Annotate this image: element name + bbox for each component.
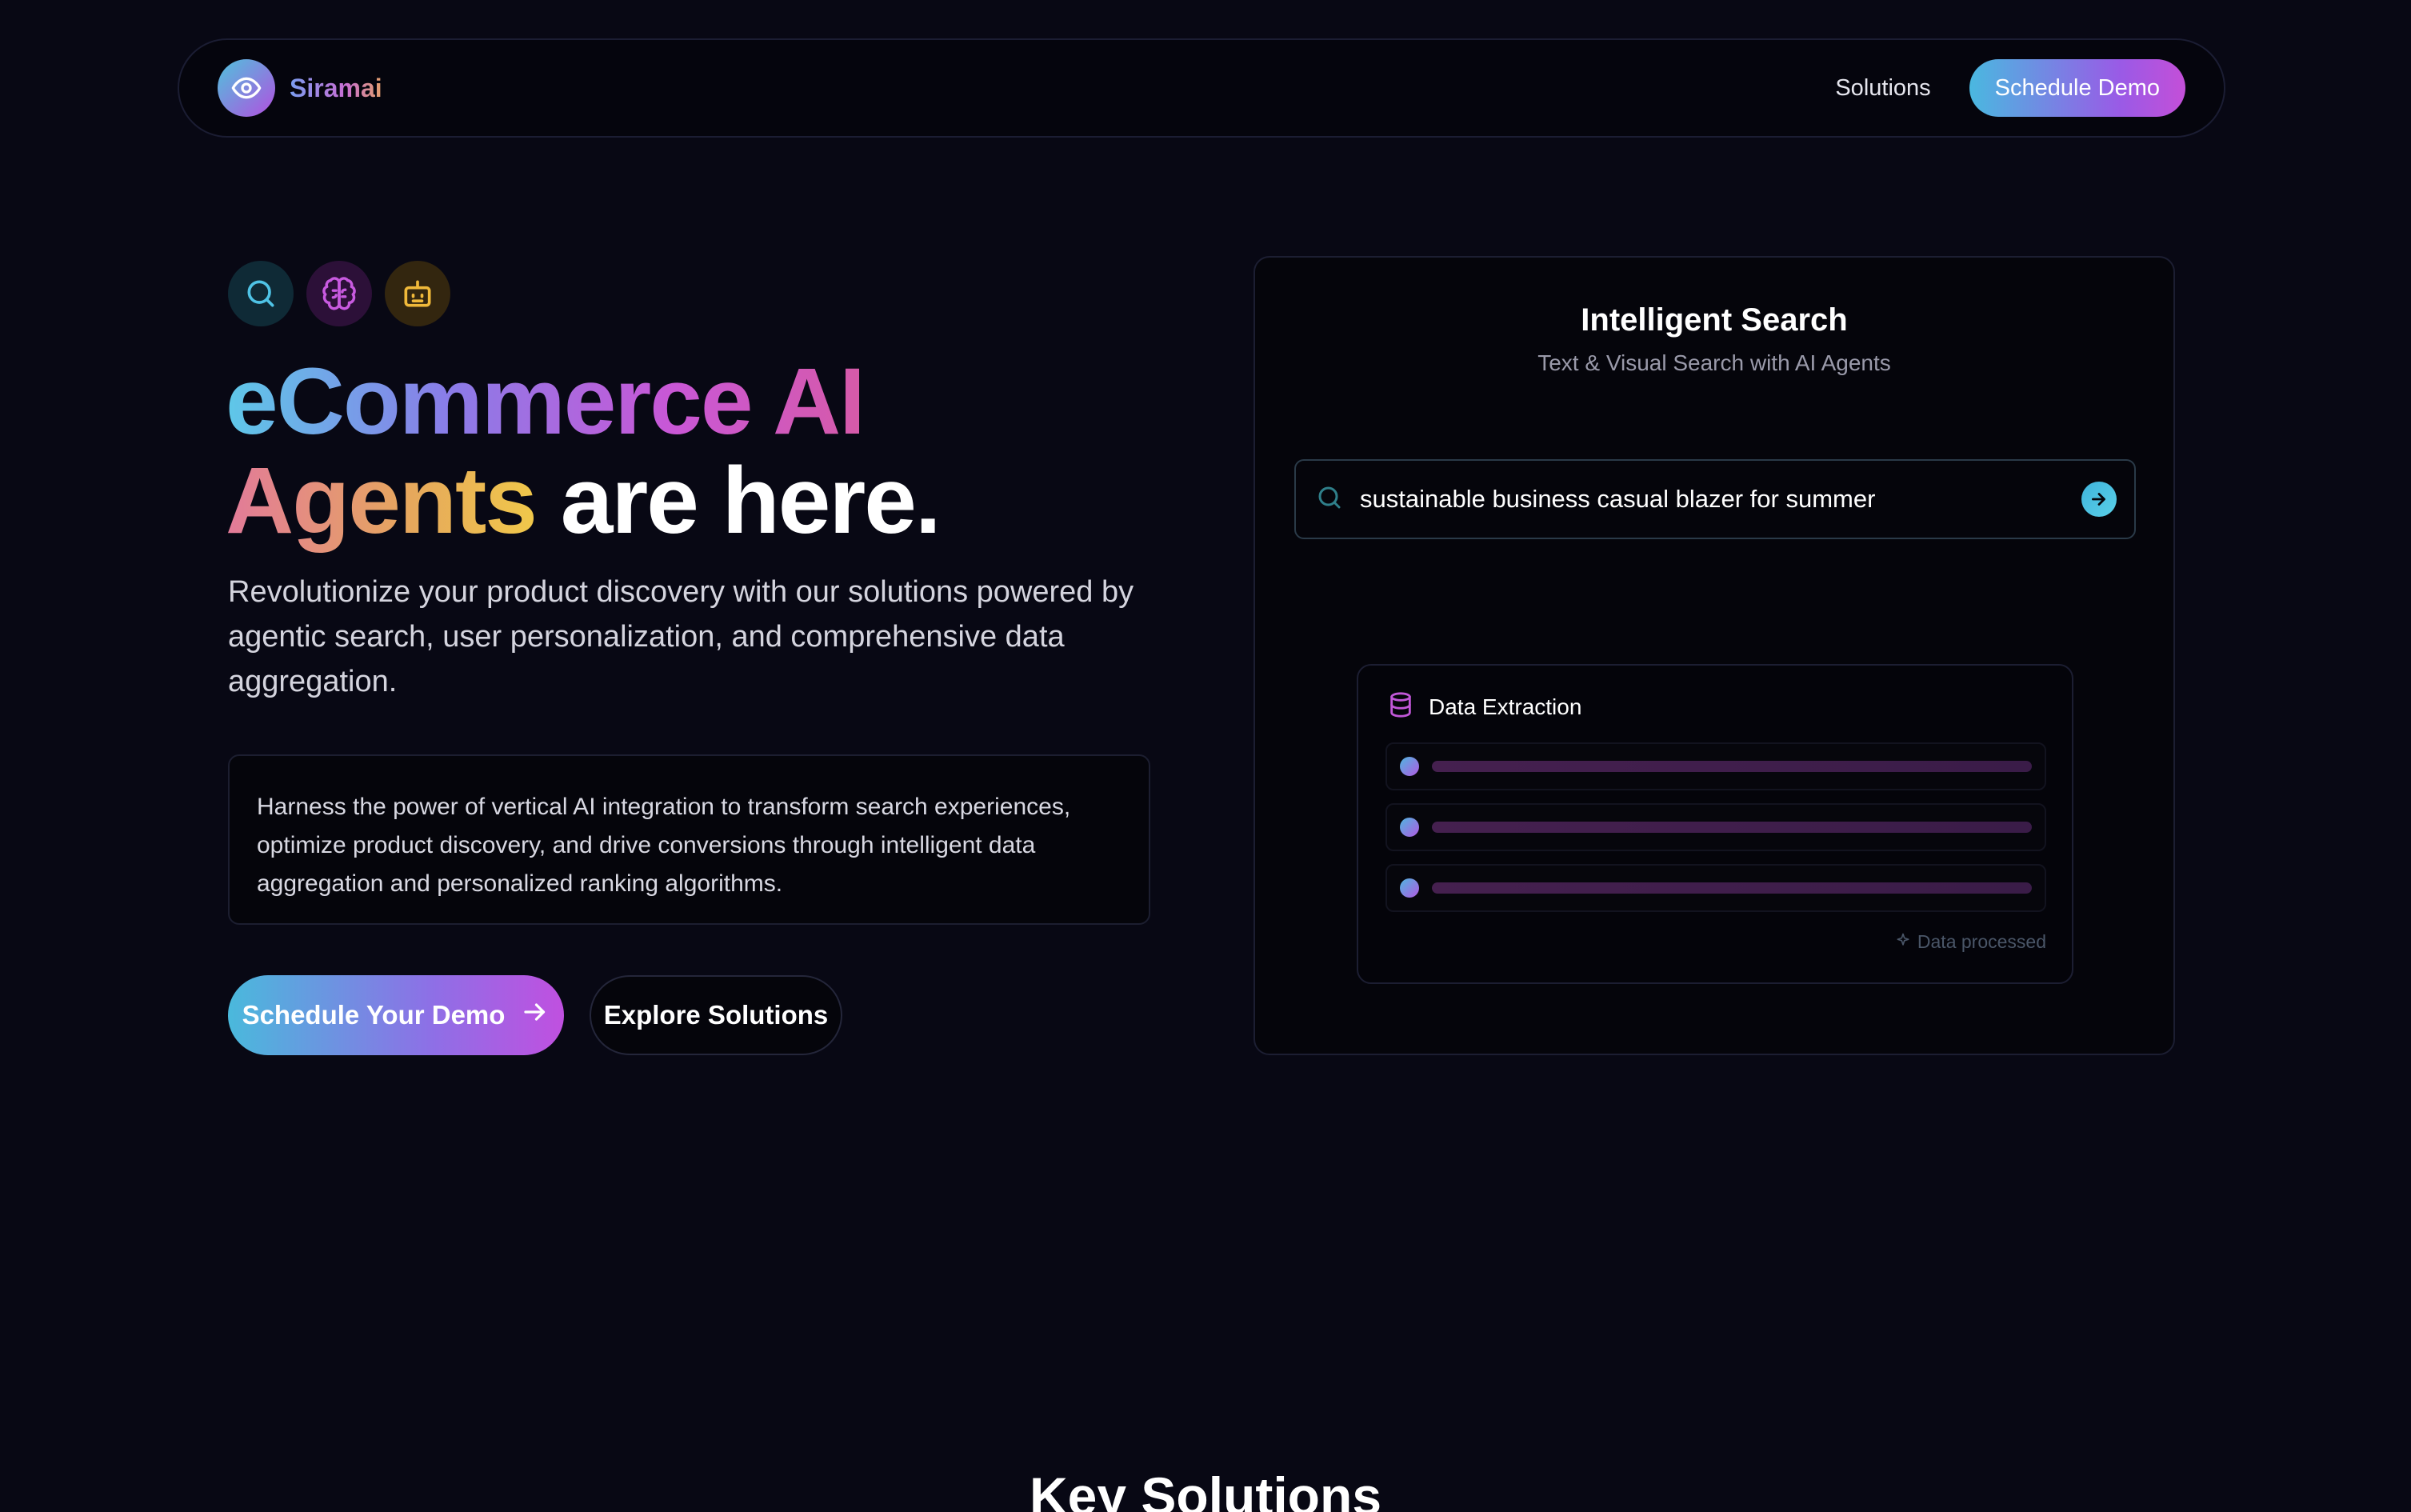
hero-icon-row [228, 261, 450, 326]
brand-name: Siramai [290, 73, 382, 102]
headline-part-2: Agents [226, 448, 538, 554]
hero-subhead: Revolutionize your product discovery wit… [228, 575, 1134, 698]
progress-track [1432, 822, 2032, 833]
status-dot [1400, 757, 1419, 776]
demo-title: Intelligent Search [1581, 302, 1848, 338]
demo-search-input[interactable]: sustainable business casual blazer for s… [1294, 459, 2136, 539]
sparkle-icon [1895, 931, 1911, 953]
top-nav: Siramai Solutions Schedule Demo [178, 38, 2225, 138]
schedule-your-demo-button[interactable]: Schedule Your Demo [228, 975, 564, 1055]
progress-fill [1432, 761, 2032, 772]
nav-link-solutions[interactable]: Solutions [1835, 75, 1930, 102]
bot-icon [385, 261, 450, 326]
search-query-text: sustainable business casual blazer for s… [1360, 485, 1876, 513]
progress-track [1432, 882, 2032, 894]
schedule-demo-button[interactable]: Schedule Demo [1969, 59, 2185, 117]
explore-solutions-button[interactable]: Explore Solutions [590, 975, 842, 1055]
intelligent-search-card: Intelligent Search Text & Visual Search … [1253, 256, 2175, 1055]
eye-icon [218, 59, 275, 117]
extraction-status-text: Data processed [1917, 931, 2046, 952]
data-extraction-panel: Data Extraction Data processed [1357, 664, 2073, 984]
brand[interactable]: Siramai [218, 59, 382, 117]
extraction-title: Data Extraction [1429, 694, 1582, 719]
extraction-header: Data Extraction [1387, 691, 1581, 722]
search-submit-icon[interactable] [2081, 482, 2117, 517]
database-icon [1387, 691, 1414, 722]
hero-callout: Harness the power of vertical AI integra… [228, 754, 1150, 925]
progress-fill [1432, 882, 2032, 894]
progress-fill [1432, 822, 2032, 833]
progress-track [1432, 761, 2032, 772]
extraction-row [1385, 742, 2046, 790]
schedule-your-demo-label: Schedule Your Demo [242, 1000, 506, 1030]
demo-subtitle: Text & Visual Search with AI Agents [1537, 350, 1891, 375]
hero-headline: eCommerce AI Agents are here. [226, 352, 1186, 550]
headline-part-3: are here. [535, 448, 942, 554]
status-dot [1400, 878, 1419, 898]
extraction-row [1385, 864, 2046, 912]
arrow-right-icon [521, 998, 550, 1033]
status-dot [1400, 818, 1419, 837]
nav-actions: Solutions Schedule Demo [1835, 59, 2185, 117]
page: Siramai Solutions Schedule Demo eCommerc… [0, 0, 2411, 1512]
extraction-status: Data processed [1895, 931, 2046, 953]
headline-part-1: eCommerce AI [226, 349, 866, 454]
key-solutions-heading: Key Solutions [1029, 1466, 1382, 1512]
search-icon [1315, 483, 1344, 516]
brain-icon [306, 261, 372, 326]
search-icon [228, 261, 294, 326]
extraction-row [1385, 803, 2046, 851]
